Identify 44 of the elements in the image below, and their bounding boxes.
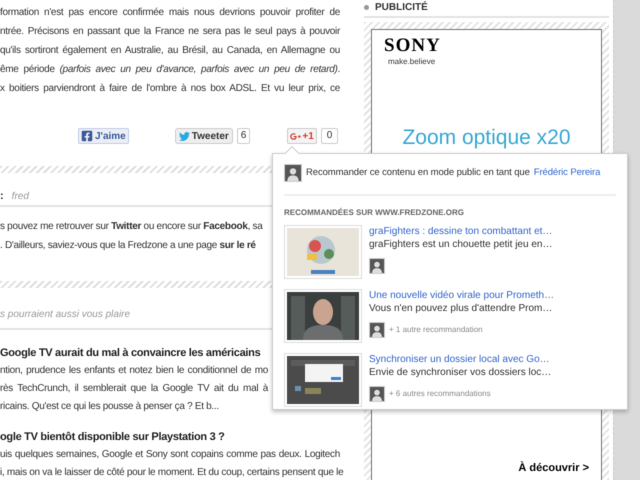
article-title[interactable]: Google TV aurait du mal à convaincre les américains bbox=[0, 344, 260, 362]
ad-cta-link[interactable]: À découvrir > bbox=[518, 460, 589, 476]
text-line: s pouvez me retrouver sur Twitter ou encore sur Facebook, sa bbox=[0, 220, 262, 234]
plus-one-button[interactable]: +1 bbox=[287, 128, 317, 144]
item-title-link[interactable]: Une nouvelle vidéo virale pour Prometh… bbox=[369, 289, 554, 302]
text-line: uis quelques semaines, Google et Sony sont copains comme pas deux. Logitech bbox=[0, 448, 340, 462]
google-plus-icon bbox=[290, 130, 302, 142]
item-description: graFighters est un chouette petit jeu en… bbox=[369, 238, 552, 251]
tweet-count: 6 bbox=[236, 128, 250, 144]
recommendation-count: + 6 autres recommandations bbox=[389, 388, 491, 400]
text-line: x boitiers parviendront à faire de l'ombre à nos box ADSL. Et vu leur prix, ce bbox=[0, 82, 340, 96]
plus-one-count: 0 bbox=[320, 128, 338, 144]
avatar-icon bbox=[284, 164, 302, 182]
user-link[interactable]: Frédéric Pereira bbox=[534, 166, 600, 180]
recommendation-count: + 1 autre recommandation bbox=[389, 324, 483, 336]
item-title-link[interactable]: graFighters : dessine ton combattant et… bbox=[369, 225, 552, 238]
avatar-icon bbox=[369, 386, 385, 402]
text-line: formation n'est pas encore confirmée mais nous devrions pouvoir profiter de bbox=[0, 6, 340, 20]
ad-headline: Zoom optique x20 bbox=[401, 125, 572, 151]
text-line: ntrée. Précisons en passant que la France ne sera pas le seul pays à pouvoir bbox=[0, 25, 340, 39]
related-heading: s pourraient aussi vous plaire bbox=[0, 309, 130, 320]
tweet-button[interactable]: Tweeter bbox=[174, 128, 233, 144]
avatar-icon bbox=[369, 258, 385, 274]
item-description: Vous n'en pouvez plus d'attendre Prom… bbox=[369, 302, 554, 315]
author-name: fred bbox=[12, 190, 29, 204]
item-title-link[interactable]: Synchroniser un dossier local avec Go… bbox=[369, 353, 552, 366]
section-heading: RECOMMANDÉES SUR WWW.FREDZONE.ORG bbox=[284, 207, 465, 219]
avatar-icon bbox=[369, 322, 385, 338]
text-line: ricains. Qu'est ce qui les pousse à penser ça ? Et b... bbox=[0, 400, 219, 414]
article-title[interactable]: ogle TV bientôt disponible sur Playstation 3 ? bbox=[0, 428, 225, 446]
text-line: rès TechCrunch, il semblerait que la Google TV ait du mal à bbox=[0, 382, 268, 396]
text-line: . D'ailleurs, saviez-vous que la Fredzone a une page sur le ré bbox=[0, 239, 256, 253]
item-description: Envie de synchroniser vos dossiers loc… bbox=[369, 366, 552, 379]
text-line: ntion, prudence les enfants et notez bien le conditionnel de mo bbox=[0, 364, 268, 378]
author-label: : bbox=[0, 188, 4, 204]
brand-tagline: make.believe bbox=[388, 56, 436, 68]
text-line: qu'ils sortiront également en Australie, au Brésil, au Canada, en Allemagne ou bbox=[0, 44, 340, 58]
like-button[interactable]: J'aime bbox=[78, 128, 129, 144]
sidebar-title: PUBLICITÉ bbox=[375, 1, 428, 14]
bird-icon bbox=[178, 130, 190, 142]
facebook-icon bbox=[81, 130, 93, 142]
text-line: ême période (parfois avec un peu d'avance, parfois avec un peu de retard). bbox=[0, 63, 340, 77]
recommend-prompt: Recommander ce contenu en mode public en tant que bbox=[306, 166, 530, 180]
brand-logo: SONY bbox=[384, 36, 442, 56]
